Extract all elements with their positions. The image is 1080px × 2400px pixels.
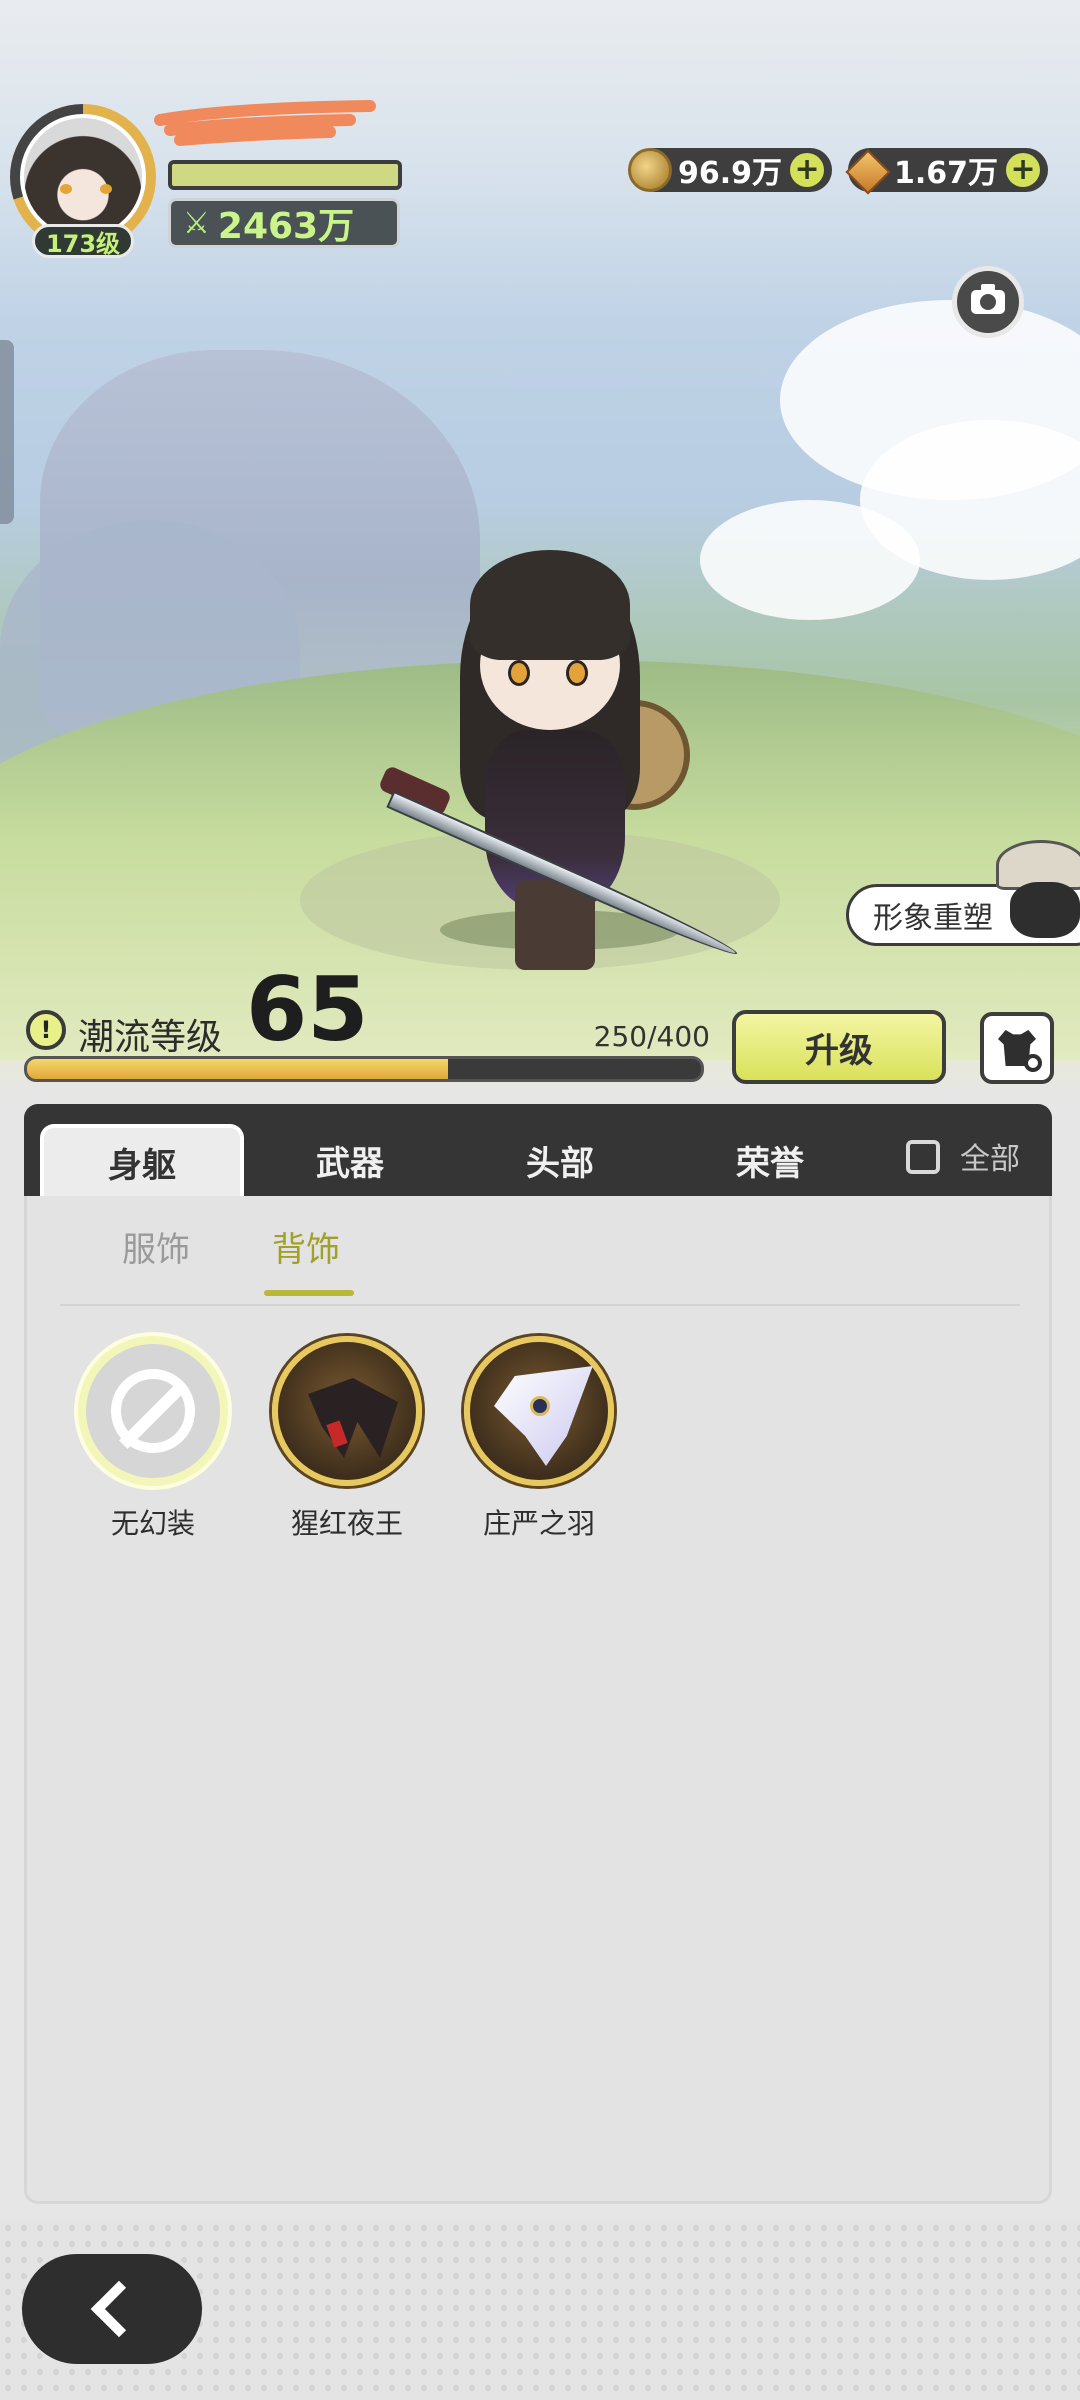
crimson-night-king-icon xyxy=(308,1378,398,1458)
item-no-illusion[interactable] xyxy=(78,1336,228,1486)
gem-currency: 1.67万 + xyxy=(848,148,1049,192)
trend-level-value: 65 xyxy=(246,958,369,1061)
solemn-feather-icon xyxy=(494,1366,593,1466)
show-all-label[interactable]: 全部 xyxy=(960,1134,1020,1178)
tab-body[interactable]: 身躯 xyxy=(40,1124,244,1196)
fist-power-icon: ⚔ xyxy=(183,205,210,241)
item-label: 猩红夜王 xyxy=(290,1507,403,1540)
redacted-name-scribble xyxy=(154,100,376,146)
no-illusion-icon xyxy=(111,1369,195,1453)
show-all-checkbox[interactable] xyxy=(906,1140,940,1174)
add-gem-button[interactable]: + xyxy=(1006,153,1041,187)
player-level-badge: 173级 xyxy=(32,224,134,258)
tab-weapon[interactable]: 武器 xyxy=(270,1124,430,1196)
item-label: 庄严之羽 xyxy=(482,1507,595,1540)
item-crimson-night-king[interactable] xyxy=(272,1336,422,1486)
tab-head[interactable]: 头部 xyxy=(480,1124,640,1196)
subtab-clothing[interactable]: 服饰 xyxy=(122,1222,190,1271)
avatar[interactable] xyxy=(20,114,146,240)
camera-icon xyxy=(971,284,1005,314)
combat-power: ⚔ 2463万 xyxy=(168,198,400,248)
gold-value: 96.9万 xyxy=(678,156,783,191)
combat-power-value: 2463万 xyxy=(217,206,355,247)
chevron-left-icon xyxy=(90,2280,148,2338)
item-solemn-feather[interactable] xyxy=(464,1336,614,1486)
player-name-bar xyxy=(168,160,402,190)
subtab-back-accessory[interactable]: 背饰 xyxy=(272,1222,340,1271)
gold-currency: 96.9万 + xyxy=(628,148,833,192)
item-label: 无幻装 xyxy=(110,1507,195,1540)
character-model[interactable] xyxy=(377,540,780,970)
upgrade-button[interactable]: 升级 xyxy=(732,1010,946,1084)
subtab-divider xyxy=(60,1304,1020,1306)
info-icon[interactable]: ! xyxy=(26,1010,66,1050)
gem-value: 1.67万 xyxy=(894,156,999,191)
magnifier-icon xyxy=(1024,1054,1042,1072)
trend-xp-text: 250/400 xyxy=(593,1020,710,1053)
add-gold-button[interactable]: + xyxy=(790,153,825,187)
subtab-active-indicator xyxy=(264,1290,354,1296)
trend-level-label: 潮流等级 xyxy=(78,1017,223,1058)
tab-honor[interactable]: 荣誉 xyxy=(690,1124,850,1196)
trend-xp-fill xyxy=(27,1059,449,1079)
side-drawer-handle[interactable] xyxy=(0,340,14,524)
gold-coin-icon xyxy=(628,148,672,192)
star-gem-icon xyxy=(844,148,888,192)
camera-button[interactable] xyxy=(952,266,1024,338)
back-button[interactable] xyxy=(22,2254,202,2364)
cat-mascot[interactable] xyxy=(996,840,1080,950)
wardrobe-search-button[interactable] xyxy=(980,1012,1054,1084)
trend-xp-bar xyxy=(24,1056,704,1082)
